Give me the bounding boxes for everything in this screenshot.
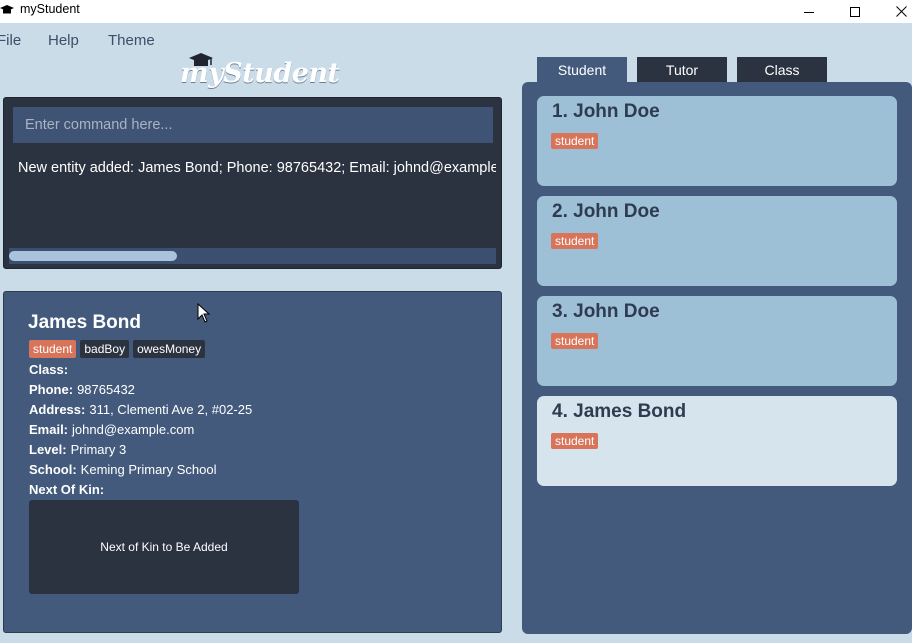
- address-label: Address:: [29, 402, 86, 417]
- list-item-name: 1. John Doe: [552, 101, 660, 122]
- field-class: Class:: [29, 362, 72, 377]
- logo-text: myStudent: [180, 58, 340, 89]
- field-email: Email: johnd@example.com: [29, 422, 194, 437]
- level-label: Level:: [29, 442, 67, 457]
- school-label: School:: [29, 462, 77, 477]
- class-label: Class:: [29, 362, 69, 377]
- tag-badboy: badBoy: [80, 340, 130, 358]
- minimize-button[interactable]: [786, 0, 832, 23]
- list-item-name: 2. John Doe: [552, 201, 660, 222]
- field-level: Level: Primary 3: [29, 442, 126, 457]
- list-item[interactable]: 3. John Doe student: [537, 296, 897, 386]
- tab-student[interactable]: Student: [537, 57, 627, 82]
- scrollbar-thumb[interactable]: [9, 251, 177, 261]
- phone-value: 98765432: [77, 382, 135, 397]
- address-value: 311, Clementi Ave 2, #02-25: [89, 402, 253, 417]
- command-panel: New entity added: James Bond; Phone: 987…: [3, 97, 502, 269]
- tag-student: student: [551, 433, 599, 449]
- email-label: Email:: [29, 422, 69, 437]
- menu-file[interactable]: File: [0, 32, 21, 49]
- tag-student: student: [551, 233, 599, 249]
- next-of-kin-box: Next of Kin to Be Added: [29, 500, 299, 594]
- app-logo: myStudent: [180, 52, 340, 98]
- maximize-button[interactable]: [832, 0, 878, 23]
- window-title: myStudent: [20, 2, 80, 16]
- tag-student: student: [551, 133, 599, 149]
- tag-owesmoney: owesMoney: [133, 340, 206, 358]
- mouse-cursor-icon: [197, 303, 211, 323]
- student-list-panel: 1. John Doe student 2. John Doe student …: [522, 82, 912, 634]
- list-item-name: 3. John Doe: [552, 301, 660, 322]
- menu-bar: File Help Theme: [0, 23, 912, 57]
- title-bar: myStudent: [0, 0, 912, 23]
- menu-theme[interactable]: Theme: [108, 32, 155, 49]
- level-value: Primary 3: [70, 442, 127, 457]
- detail-panel: James Bond student badBoy owesMoney Clas…: [3, 291, 502, 633]
- tab-tutor[interactable]: Tutor: [637, 57, 727, 82]
- school-value: Keming Primary School: [80, 462, 217, 477]
- detail-name: James Bond: [28, 312, 141, 333]
- close-button[interactable]: [878, 0, 912, 23]
- detail-tags: student badBoy owesMoney: [29, 340, 206, 358]
- email-value: johnd@example.com: [72, 422, 195, 437]
- result-display: New entity added: James Bond; Phone: 987…: [18, 160, 496, 176]
- menu-help[interactable]: Help: [48, 32, 79, 49]
- next-of-kin-label: Next Of Kin:: [29, 482, 105, 497]
- field-next-of-kin: Next Of Kin:: [29, 482, 104, 497]
- tag-student: student: [551, 333, 599, 349]
- field-school: School: Keming Primary School: [29, 462, 217, 477]
- field-address: Address: 311, Clementi Ave 2, #02-25: [29, 402, 252, 417]
- list-item-selected[interactable]: 4. James Bond student: [537, 396, 897, 486]
- tab-class[interactable]: Class: [737, 57, 827, 82]
- list-item[interactable]: 2. John Doe student: [537, 196, 897, 286]
- command-input[interactable]: [13, 107, 493, 143]
- tag-student: student: [29, 340, 77, 358]
- phone-label: Phone:: [29, 382, 74, 397]
- list-item[interactable]: 1. John Doe student: [537, 96, 897, 186]
- graduation-cap-icon: [0, 3, 14, 15]
- field-phone: Phone: 98765432: [29, 382, 135, 397]
- list-item-name: 4. James Bond: [552, 401, 687, 422]
